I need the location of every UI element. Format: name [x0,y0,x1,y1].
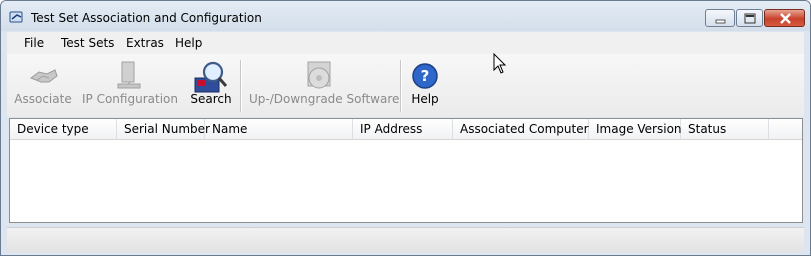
help-label: Help [411,92,439,106]
search-button[interactable]: Search [187,54,235,114]
mouse-cursor-icon [493,53,507,74]
maximize-icon [744,13,756,24]
search-icon [194,61,228,93]
maximize-button[interactable] [736,9,763,27]
network-config-icon [117,61,141,89]
status-bar [7,227,804,252]
menu-help[interactable]: Help [175,36,202,50]
minimize-button[interactable] [705,9,735,27]
help-button[interactable]: ? Help [407,54,443,114]
column-header-image-version[interactable]: Image Version [589,119,682,139]
window-title: Test Set Association and Configuration [31,11,262,25]
column-header-status[interactable]: Status [681,119,769,139]
menu-test-sets[interactable]: Test Sets [61,36,114,50]
updowngrade-software-label: Up-/Downgrade Software [249,92,400,106]
column-header-ip-address[interactable]: IP Address [353,119,453,139]
ip-configuration-label: IP Configuration [82,92,178,106]
toolbar: Associate IP Configuration Search Up-/Do… [7,54,804,117]
column-header-serial-number[interactable]: Serial Number [117,119,210,139]
toolbar-separator [400,60,402,112]
toolbar-separator [240,60,242,112]
updowngrade-software-button[interactable]: Up-/Downgrade Software [249,54,400,114]
app-window: Test Set Association and Configuration F… [0,0,811,256]
menu-bar: File Test Sets Extras Help [7,32,804,54]
help-icon: ? [412,63,438,89]
title-bar[interactable]: Test Set Association and Configuration [1,1,810,31]
column-header-associated-computer[interactable]: Associated Computer [453,119,589,139]
close-button[interactable] [764,9,805,27]
software-disc-icon [307,61,331,89]
associate-button[interactable]: Associate [13,54,73,114]
associate-label: Associate [14,92,72,106]
device-table[interactable]: Device type Serial Number Name IP Addres… [9,118,803,223]
search-label: Search [190,92,232,106]
table-header: Device type Serial Number Name IP Addres… [10,119,802,140]
menu-extras[interactable]: Extras [126,36,164,50]
minimize-icon [715,19,726,24]
menu-file[interactable]: File [24,36,44,50]
handshake-icon [29,69,58,83]
column-header-device-type[interactable]: Device type [10,119,117,139]
app-icon [9,11,23,23]
close-icon [780,13,791,24]
column-header-name[interactable]: Name [205,119,353,139]
ip-configuration-button[interactable]: IP Configuration [81,54,179,114]
svg-text:?: ? [421,67,430,85]
